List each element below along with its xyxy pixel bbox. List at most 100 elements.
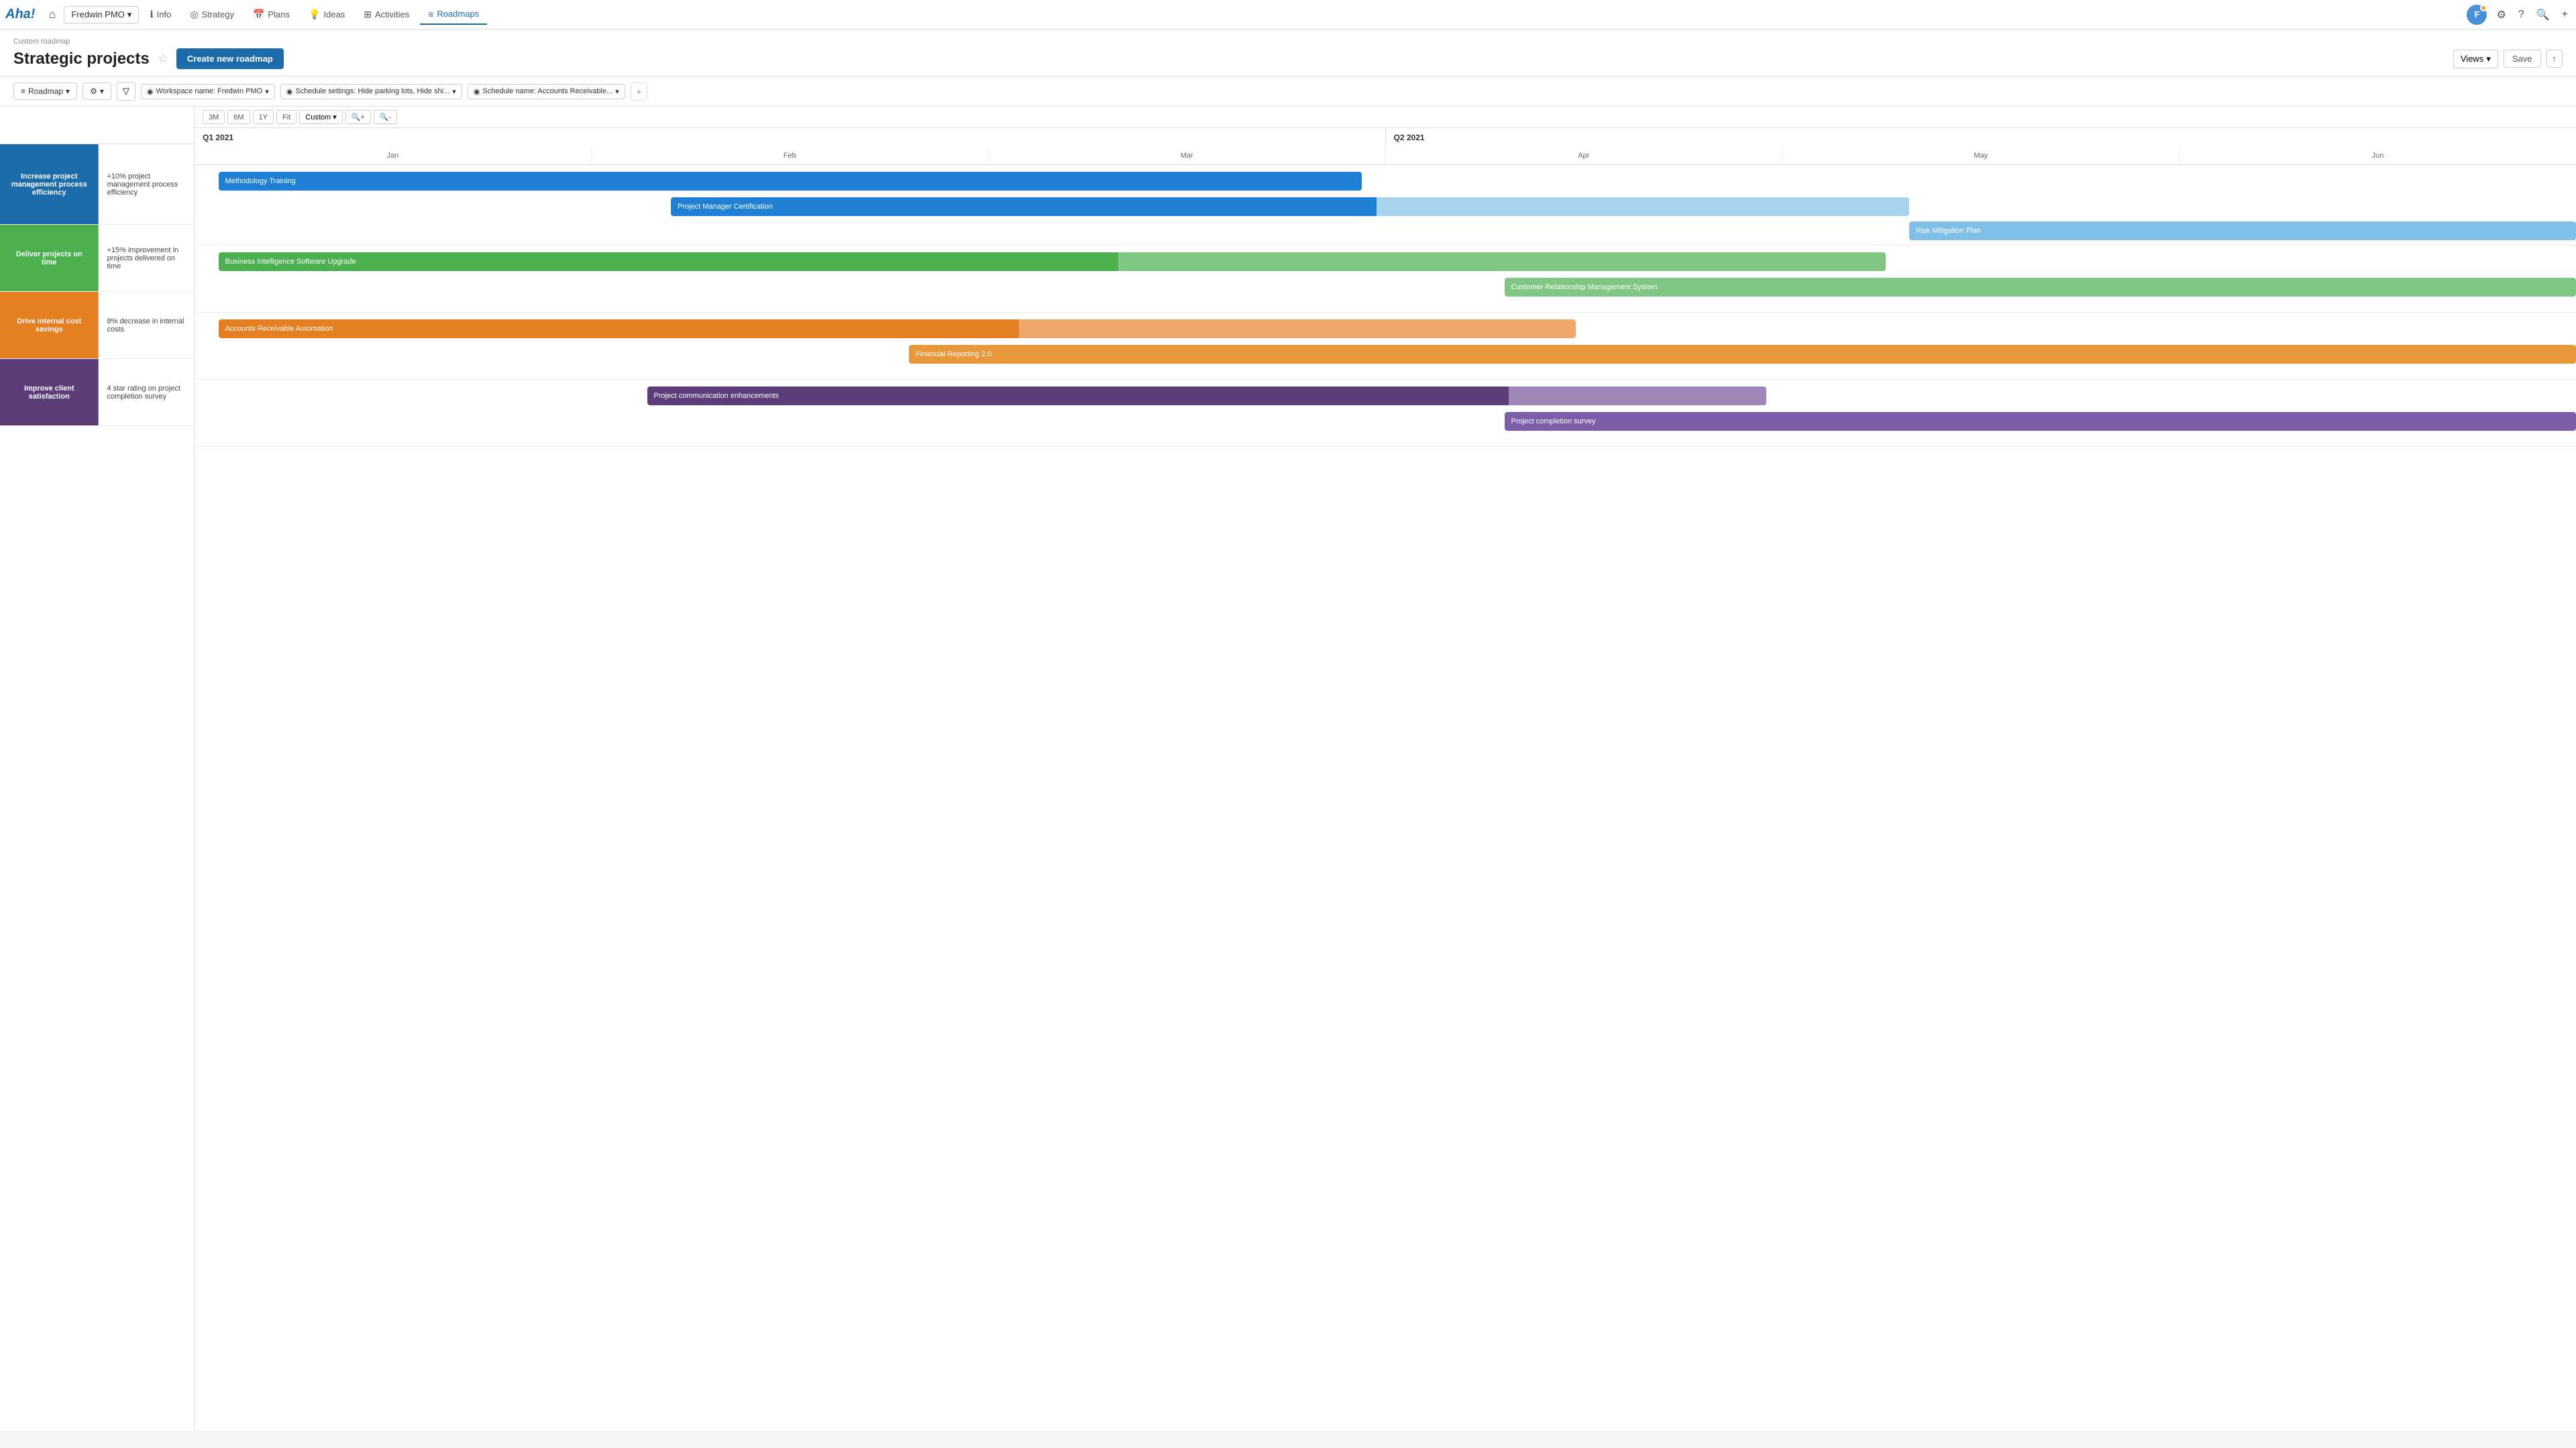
nav-item-activities[interactable]: ⊞ Activities: [356, 5, 417, 24]
roadmap-dropdown[interactable]: ≡ Roadmap ▾: [13, 83, 77, 100]
row-metric-client: 4 star rating on project completion surv…: [99, 359, 194, 425]
bar-financial-reporting[interactable]: Financial Reporting 2.0: [909, 345, 2576, 364]
chevron-down-icon: ▾: [2486, 54, 2491, 64]
favorite-star-icon[interactable]: ☆: [158, 52, 168, 66]
row-label-deliver: Deliver projects on time: [0, 225, 99, 291]
ideas-icon: 💡: [309, 9, 320, 20]
nav-item-strategy[interactable]: ◎ Strategy: [182, 5, 242, 24]
nav-right: F ⚙ ? 🔍 +: [2467, 5, 2571, 25]
quarter-row: Q1 2021 Q2 2021: [195, 128, 2576, 147]
zoom-controls: 3M 6M 1Y Fit Custom ▾ 🔍+ 🔍-: [203, 110, 397, 124]
gear-icon: ⚙: [90, 87, 97, 96]
toolbar: ≡ Roadmap ▾ ⚙ ▾ ▽ ◉ Workspace name: Fred…: [0, 76, 2576, 107]
logo[interactable]: Aha!: [5, 7, 35, 22]
left-panel: Increase project management process effi…: [0, 107, 195, 1431]
row-increase-pm: Increase project management process effi…: [0, 144, 194, 225]
row-metric-cost: 8% decrease in internal costs: [99, 292, 194, 358]
row-cost-savings: Drive internal cost savings 8% decrease …: [0, 292, 194, 359]
chevron-down-icon: ▾: [615, 87, 619, 96]
filter-icon: ▽: [123, 86, 129, 96]
row-client-satisfaction: Improve client satisfaction 4 star ratin…: [0, 359, 194, 426]
header-actions: Views ▾ Save ↑: [2453, 50, 2563, 68]
title-row: Strategic projects ☆ Create new roadmap …: [13, 48, 2563, 76]
schedule-name-tag[interactable]: ◉ Schedule name: Accounts Receivable... …: [468, 84, 625, 99]
row-label-increase-pm: Increase project management process effi…: [0, 144, 99, 224]
month-feb: Feb: [592, 147, 989, 164]
notification-dot: [2480, 5, 2487, 11]
info-icon: ℹ: [150, 9, 153, 20]
zoom-1y-button[interactable]: 1Y: [253, 110, 274, 124]
timeline-header: Q1 2021 Q2 2021 Jan Feb Mar Apr May Jun: [195, 128, 2576, 165]
bar-methodology-training[interactable]: Methodology Training: [219, 172, 1362, 191]
roadmap-filter-icon: ≡: [21, 87, 25, 96]
workspace-selector[interactable]: Fredwin PMO ▾: [64, 6, 139, 23]
schedule-name-icon: ◉: [474, 87, 480, 96]
bar-comm-enhancements[interactable]: Project communication enhancements: [647, 386, 1767, 405]
add-filter-button[interactable]: +: [631, 83, 648, 101]
page-title: Strategic projects: [13, 50, 150, 68]
settings-icon[interactable]: ⚙: [2493, 5, 2508, 24]
nav-item-info[interactable]: ℹ Info: [142, 5, 179, 24]
activities-icon: ⊞: [364, 9, 372, 20]
bar-completion-survey[interactable]: Project completion survey: [1505, 412, 2576, 431]
zoom-fit-button[interactable]: Fit: [276, 110, 297, 124]
schedule-settings-icon: ◉: [286, 87, 293, 96]
save-button[interactable]: Save: [2504, 50, 2541, 68]
search-icon[interactable]: 🔍: [2534, 5, 2553, 24]
nav-item-plans[interactable]: 📅 Plans: [245, 5, 298, 24]
bar-risk-mitigation[interactable]: Risk Mitigation Plan: [1909, 221, 2576, 240]
help-icon[interactable]: ?: [2516, 6, 2527, 23]
chevron-down-icon: ▾: [452, 87, 456, 96]
chevron-down-icon: ▾: [265, 87, 269, 96]
right-panel: 3M 6M 1Y Fit Custom ▾ 🔍+ 🔍- Q1 2021 Q2 2…: [195, 107, 2576, 1431]
bars-row-3: Accounts Receivable Automation Financial…: [195, 313, 2576, 380]
bar-pm-certification[interactable]: Project Manager Certification: [671, 197, 1909, 216]
bars-row-4: Project communication enhancements Proje…: [195, 380, 2576, 447]
nav-item-ideas[interactable]: 💡 Ideas: [301, 5, 353, 24]
row-metric-increase-pm: +10% project management process efficien…: [99, 144, 194, 224]
bar-crm[interactable]: Customer Relationship Management System: [1505, 278, 2576, 297]
zoom-custom-button[interactable]: Custom ▾: [299, 110, 342, 124]
settings-dropdown[interactable]: ⚙ ▾: [83, 83, 111, 100]
row-label-client: Improve client satisfaction: [0, 359, 99, 425]
month-apr: Apr: [1385, 147, 1782, 164]
zoom-out-button[interactable]: 🔍-: [374, 110, 397, 124]
nav-item-roadmaps[interactable]: ≡ Roadmaps: [420, 5, 487, 25]
chevron-down-icon: ▾: [100, 87, 104, 96]
month-may: May: [1782, 147, 2180, 164]
workspace-filter-tag[interactable]: ◉ Workspace name: Fredwin PMO ▾: [141, 84, 275, 99]
left-rows: Increase project management process effi…: [0, 144, 194, 1431]
bars-row-1: Methodology Training Project Manager Cer…: [195, 165, 2576, 246]
views-button[interactable]: Views ▾: [2453, 50, 2498, 68]
breadcrumb: Custom roadmap: [13, 38, 2563, 46]
top-nav: Aha! ⌂ Fredwin PMO ▾ ℹ Info ◎ Strategy 📅…: [0, 0, 2576, 30]
add-icon[interactable]: +: [2559, 6, 2571, 23]
zoom-in-button[interactable]: 🔍+: [345, 110, 371, 124]
avatar[interactable]: F: [2467, 5, 2487, 25]
create-roadmap-button[interactable]: Create new roadmap: [176, 48, 284, 69]
quarter-q2: Q2 2021: [1386, 128, 2576, 147]
roadmaps-icon: ≡: [428, 9, 433, 19]
home-button[interactable]: ⌂: [43, 5, 61, 24]
month-jun: Jun: [2180, 147, 2576, 164]
gantt-bars-area: Methodology Training Project Manager Cer…: [195, 165, 2576, 1431]
chevron-down-icon: ▾: [66, 87, 70, 96]
row-deliver-on-time: Deliver projects on time +15% improvemen…: [0, 225, 194, 292]
share-button[interactable]: ↑: [2546, 50, 2563, 68]
bar-bi-upgrade[interactable]: Business Intelligence Software Upgrade: [219, 252, 1886, 271]
row-label-cost: Drive internal cost savings: [0, 292, 99, 358]
zoom-3m-button[interactable]: 3M: [203, 110, 225, 124]
row-metric-deliver: +15% improvement in projects delivered o…: [99, 225, 194, 291]
bar-ar-automation[interactable]: Accounts Receivable Automation: [219, 319, 1576, 338]
zoom-6m-button[interactable]: 6M: [227, 110, 250, 124]
month-mar: Mar: [989, 147, 1386, 164]
workspace-label: Fredwin PMO: [71, 9, 124, 19]
chevron-down-icon: ▾: [333, 113, 337, 121]
month-row: Jan Feb Mar Apr May Jun: [195, 147, 2576, 164]
page-header: Custom roadmap Strategic projects ☆ Crea…: [0, 30, 2576, 76]
strategy-icon: ◎: [190, 9, 198, 20]
filter-button[interactable]: ▽: [117, 82, 136, 101]
chevron-down-icon: ▾: [127, 9, 132, 20]
schedule-settings-tag[interactable]: ◉ Schedule settings: Hide parking lots, …: [280, 84, 462, 99]
quarter-q1: Q1 2021: [195, 128, 1386, 147]
